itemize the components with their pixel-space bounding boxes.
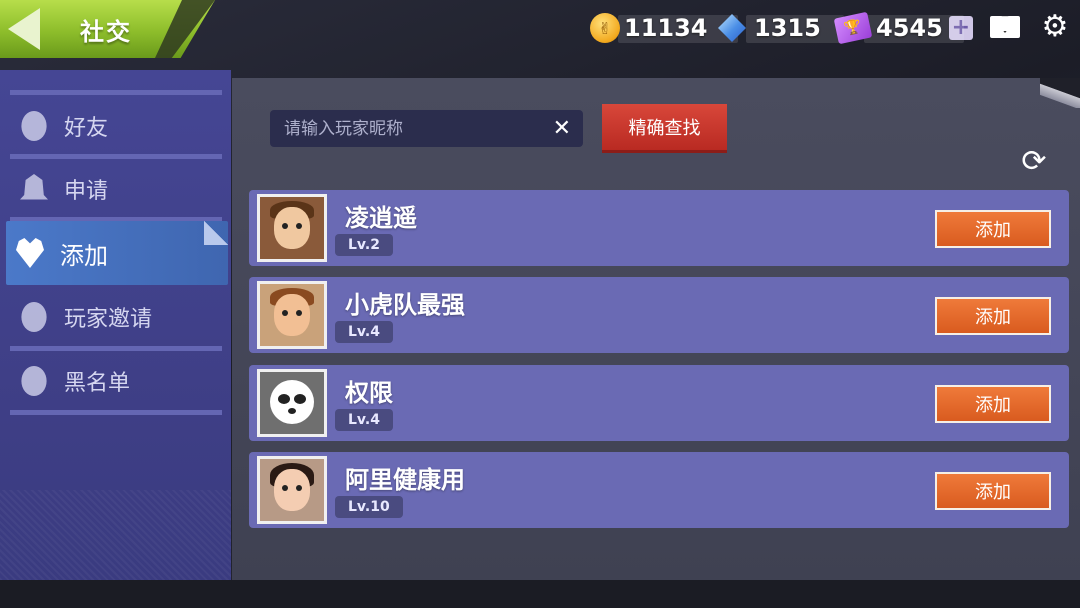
avatar-face <box>274 469 310 511</box>
bell-icon <box>20 174 48 200</box>
back-arrow-icon <box>8 8 40 50</box>
clear-icon[interactable]: ✕ <box>553 116 571 142</box>
level-badge: Lv.4 <box>335 409 393 431</box>
coin-icon: ✌ <box>590 13 620 43</box>
player-row: 小虎队最强 Lv.4 添加 <box>249 277 1069 353</box>
heart-add-icon <box>16 238 44 268</box>
sidebar-divider <box>10 346 222 351</box>
avatar-image <box>260 284 324 346</box>
player-row: 阿里健康用 Lv.10 添加 <box>249 452 1069 528</box>
gear-icon[interactable]: ⚙ <box>1041 12 1069 42</box>
blacklist-head-icon <box>21 366 47 396</box>
exact-search-button[interactable]: 精确查找 <box>602 104 727 153</box>
avatar-eye <box>296 310 302 316</box>
search-box: ✕ <box>270 110 583 147</box>
sidebar-item-add[interactable]: 添加 <box>6 221 228 285</box>
player-row: 权限 Lv.4 添加 <box>249 365 1069 441</box>
avatar-eye <box>294 394 306 404</box>
avatar-face <box>274 294 310 336</box>
nickname-search-input[interactable] <box>282 117 546 140</box>
ticket-counter: 🏆 4545 + <box>833 10 973 46</box>
sidebar-item-blacklist[interactable]: 黑名单 <box>10 352 222 410</box>
avatar[interactable] <box>257 456 327 524</box>
invite-head-icon <box>21 302 47 332</box>
avatar-image <box>260 197 324 259</box>
sidebar-item-label: 申请 <box>64 179 109 204</box>
sidebar: 好友 申请 添加 玩家邀请 黑名单 <box>0 70 231 580</box>
coin-counter: ✌ 11134 <box>590 10 738 46</box>
sidebar-item-friends[interactable]: 好友 <box>10 97 222 155</box>
mail-icon[interactable] <box>990 16 1020 38</box>
add-friend-button[interactable]: 添加 <box>935 385 1051 423</box>
diamond-icon <box>718 14 746 42</box>
top-bar: 社交 ✌ 11134 1315 🏆 4545 + ⚙ <box>0 0 1080 58</box>
player-name: 权限 <box>345 379 393 407</box>
gem-counter: 1315 <box>718 10 844 46</box>
sidebar-item-label: 添加 <box>60 241 108 270</box>
player-name: 小虎队最强 <box>345 291 465 319</box>
sidebar-divider <box>10 410 222 415</box>
avatar-eye <box>282 485 288 491</box>
sidebar-item-label: 玩家邀请 <box>64 307 153 332</box>
panel-corner-curl <box>1040 78 1080 108</box>
player-row: 凌逍遥 Lv.2 添加 <box>249 190 1069 266</box>
level-badge: Lv.10 <box>335 496 403 518</box>
panda-face <box>270 380 314 424</box>
sidebar-texture <box>0 490 231 580</box>
add-friend-button[interactable]: 添加 <box>935 297 1051 335</box>
sidebar-item-player-invite[interactable]: 玩家邀请 <box>10 288 222 346</box>
sidebar-divider <box>10 154 222 159</box>
avatar-eye <box>282 310 288 316</box>
tab-corner-curl <box>204 221 228 245</box>
add-friend-button[interactable]: 添加 <box>935 210 1051 248</box>
level-badge: Lv.4 <box>335 321 393 343</box>
player-name: 阿里健康用 <box>345 466 465 494</box>
add-friend-button[interactable]: 添加 <box>935 472 1051 510</box>
sidebar-item-label: 黑名单 <box>64 371 131 396</box>
refresh-icon[interactable]: ⟳ <box>1018 146 1050 178</box>
avatar-eye <box>296 485 302 491</box>
player-name: 凌逍遥 <box>345 204 417 232</box>
mail-flap <box>992 17 1018 33</box>
page-title: 社交 <box>80 18 132 46</box>
avatar-eye <box>278 394 290 404</box>
level-badge: Lv.2 <box>335 234 393 256</box>
avatar-eye <box>296 223 302 229</box>
avatar-image <box>260 372 324 434</box>
avatar[interactable] <box>257 281 327 349</box>
ticket-slot <box>864 15 964 43</box>
avatar-eye <box>282 223 288 229</box>
avatar[interactable] <box>257 194 327 262</box>
avatar[interactable] <box>257 369 327 437</box>
back-button[interactable]: 社交 <box>0 0 215 58</box>
gem-slot <box>746 15 844 43</box>
avatar-image <box>260 459 324 521</box>
friend-head-icon <box>21 111 47 141</box>
bottom-strip <box>0 580 1080 608</box>
back-tab-shade <box>155 0 215 58</box>
panda-nose <box>288 408 296 414</box>
sidebar-item-requests[interactable]: 申请 <box>10 160 222 218</box>
sidebar-item-label: 好友 <box>64 116 109 141</box>
sidebar-divider <box>10 90 222 95</box>
avatar-face <box>274 207 310 249</box>
